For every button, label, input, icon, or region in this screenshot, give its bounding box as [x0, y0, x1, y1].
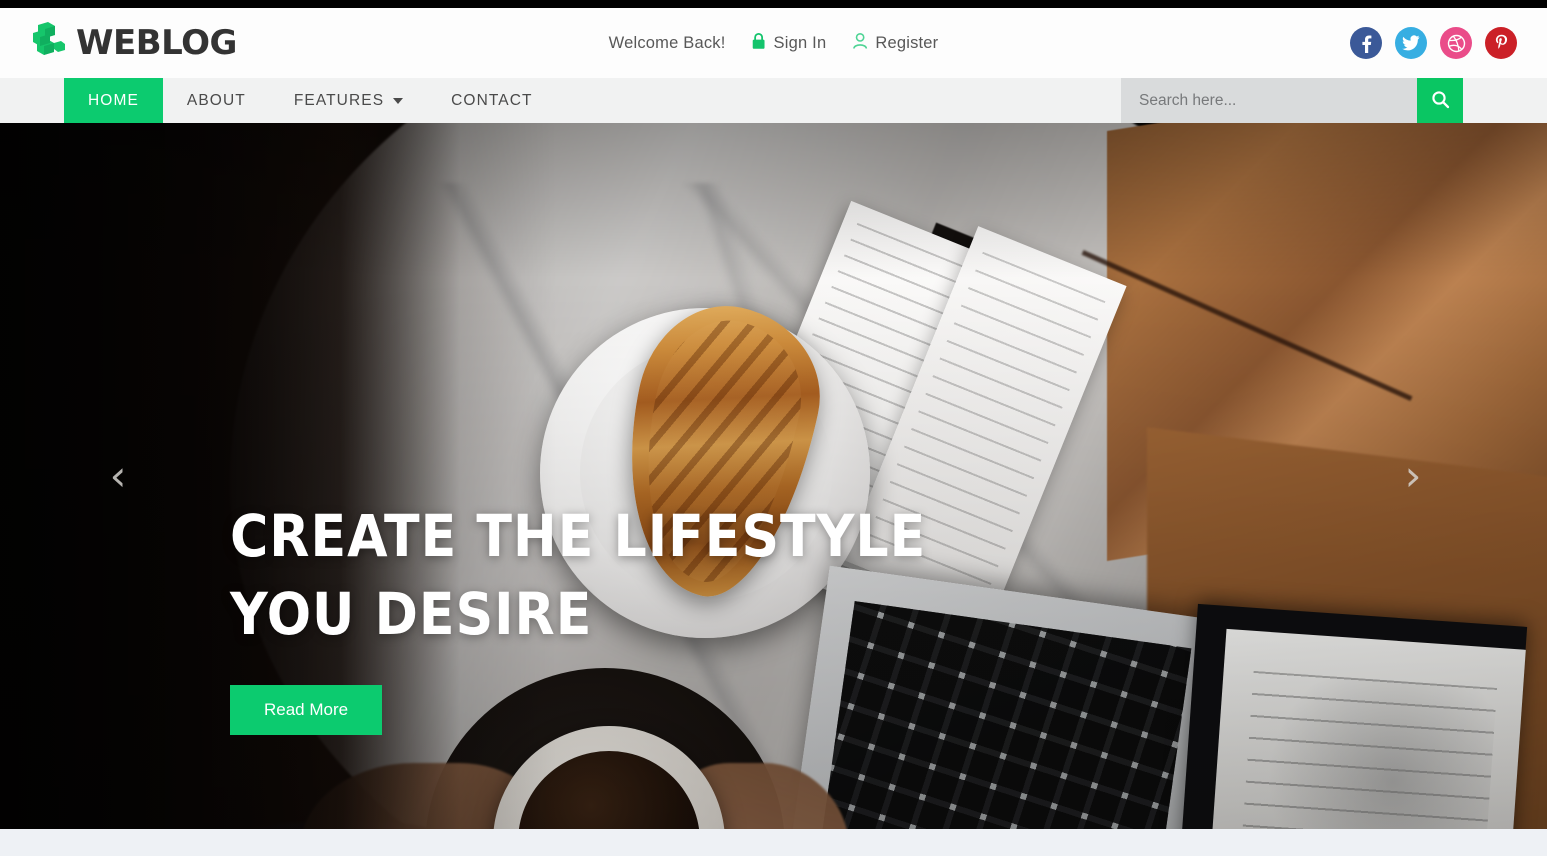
brand-name: WEBLOG: [76, 23, 237, 63]
search-form: [1121, 78, 1463, 123]
read-more-button[interactable]: Read More: [230, 685, 383, 735]
social-links: [1350, 27, 1517, 59]
sign-in-link[interactable]: Sign In: [752, 32, 827, 55]
chevron-down-icon: [393, 97, 404, 104]
register-link[interactable]: Register: [852, 32, 938, 55]
nav-item-home[interactable]: HOME: [64, 78, 163, 123]
hero-headline-line-2: YOU DESIRE: [230, 580, 593, 648]
twitter-icon[interactable]: [1395, 27, 1427, 59]
main-menu: HOME ABOUT FEATURES CONTACT: [64, 78, 557, 123]
search-input[interactable]: [1121, 78, 1417, 123]
nav-item-features[interactable]: FEATURES: [270, 78, 427, 123]
facebook-icon[interactable]: [1350, 27, 1382, 59]
welcome-text: Welcome Back!: [608, 33, 726, 52]
lock-icon: [752, 32, 767, 55]
nav-item-about-label: ABOUT: [186, 91, 246, 109]
nav-item-features-label: FEATURES: [293, 91, 385, 109]
chevron-right-icon: ›: [1404, 451, 1422, 500]
search-icon: [1431, 90, 1450, 112]
hero-headline-line-1: CREATE THE LIFESTYLE: [230, 502, 927, 570]
main-navbar: HOME ABOUT FEATURES CONTACT: [0, 78, 1547, 123]
page-below-fold: [0, 829, 1547, 856]
nav-item-home-label: HOME: [88, 91, 139, 109]
user-icon: [852, 32, 868, 55]
user-nav: Welcome Back! Sign In Register: [609, 32, 939, 55]
register-label: Register: [875, 33, 939, 52]
sign-in-label: Sign In: [773, 33, 827, 52]
carousel-next-button[interactable]: ›: [1387, 450, 1439, 502]
hero-carousel: CREATE THE LIFESTYLE YOU DESIRE Read Mor…: [0, 123, 1547, 829]
nav-item-contact-label: CONTACT: [451, 91, 533, 109]
chevron-left-icon: ‹: [109, 451, 127, 500]
nav-item-contact[interactable]: CONTACT: [427, 78, 556, 123]
nav-item-about[interactable]: ABOUT: [163, 78, 270, 123]
site-header: WEBLOG Welcome Back! Sign In Register: [0, 8, 1547, 78]
pinterest-icon[interactable]: [1485, 27, 1517, 59]
top-black-strip: [0, 0, 1547, 8]
dribbble-icon[interactable]: [1440, 27, 1472, 59]
carousel-prev-button[interactable]: ‹: [92, 450, 144, 502]
hero-headline: CREATE THE LIFESTYLE YOU DESIRE: [230, 497, 926, 653]
hero-caption: CREATE THE LIFESTYLE YOU DESIRE Read Mor…: [230, 497, 926, 735]
brand-logo[interactable]: WEBLOG: [28, 21, 237, 65]
stacked-blocks-logo-icon: [28, 21, 68, 65]
search-button[interactable]: [1417, 78, 1463, 123]
